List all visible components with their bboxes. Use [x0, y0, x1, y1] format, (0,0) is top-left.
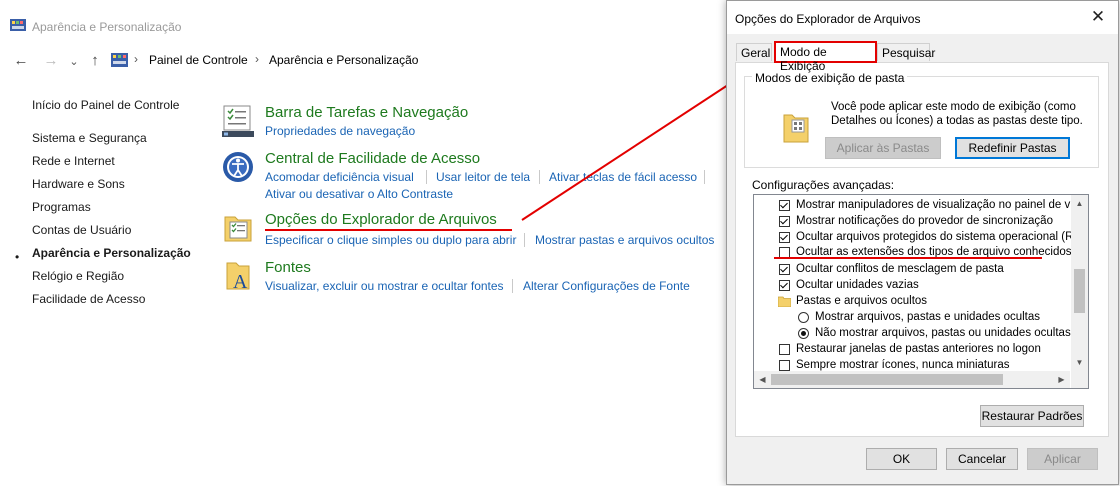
ok-button[interactable]: OK: [866, 448, 937, 470]
file-explorer-options-dialog: Opções do Explorador de Arquivos ✕ Geral…: [726, 0, 1119, 485]
sidebar-item-programs[interactable]: Programas: [32, 200, 91, 214]
navigation-bar: ← → ⌄ ↑ › Painel de Controle › Aparência…: [0, 46, 720, 76]
checkbox[interactable]: [779, 232, 790, 243]
view-tab-panel: Você pode aplicar este modo de exibição …: [735, 62, 1109, 437]
radio-button[interactable]: [798, 328, 809, 339]
scrollbar-corner: [1071, 371, 1088, 388]
link-sticky-keys[interactable]: Ativar teclas de fácil acesso: [549, 170, 697, 184]
checkbox[interactable]: [779, 280, 790, 291]
vertical-scrollbar[interactable]: ▲ ▼: [1071, 195, 1088, 372]
horizontal-scrollbar[interactable]: ◀ ▶: [754, 371, 1070, 388]
category-fonts-title[interactable]: Fontes: [265, 259, 311, 276]
forward-arrow-icon[interactable]: →: [41, 52, 61, 69]
checkbox[interactable]: [779, 344, 790, 355]
radio-button[interactable]: [798, 312, 809, 323]
window-title: Aparência e Personalização: [32, 20, 182, 34]
link-accommodate-low-vision[interactable]: Acomodar deficiência visual: [265, 170, 414, 184]
link-separator: [512, 279, 513, 293]
list-item-label: Sempre mostrar ícones, nunca miniaturas: [796, 359, 1010, 371]
chevron-right-icon: ›: [134, 52, 138, 66]
checkbox[interactable]: [779, 216, 790, 227]
svg-text:A: A: [233, 271, 248, 293]
annotation-underline: [265, 229, 512, 231]
apply-button[interactable]: Aplicar: [1027, 448, 1098, 470]
vertical-scroll-thumb[interactable]: [1074, 269, 1085, 313]
folder-options-icon[interactable]: [221, 211, 255, 245]
dialog-titlebar: Opções do Explorador de Arquivos ✕: [727, 1, 1118, 34]
folder-view-icon: [783, 114, 809, 143]
control-panel-breadcrumb-icon: [111, 53, 128, 67]
sidebar-item-home[interactable]: Início do Painel de Controle: [32, 98, 179, 112]
tab-view[interactable]: Modo de Exibição: [774, 41, 877, 73]
folder-views-group: Você pode aplicar este modo de exibição …: [744, 76, 1099, 168]
list-item-label: Mostrar arquivos, pastas e unidades ocul…: [815, 311, 1041, 323]
active-bullet-icon: •: [15, 250, 20, 264]
sidebar-item-appearance[interactable]: Aparência e Personalização: [32, 246, 191, 260]
scroll-up-icon[interactable]: ▲: [1071, 199, 1088, 208]
sidebar-item-user-accounts[interactable]: Contas de Usuário: [32, 223, 131, 237]
breadcrumb-appearance[interactable]: Aparência e Personalização: [269, 53, 418, 67]
link-separator: [426, 170, 427, 184]
apply-to-folders-button[interactable]: Aplicar às Pastas: [825, 137, 941, 159]
sidebar-item-system-security[interactable]: Sistema e Segurança: [32, 131, 147, 145]
checkbox[interactable]: [779, 264, 790, 275]
up-arrow-icon[interactable]: ↑: [85, 52, 105, 69]
folder-views-label: Modos de exibição de pasta: [752, 71, 908, 85]
breadcrumb-control-panel[interactable]: Painel de Controle: [149, 53, 248, 67]
chevron-down-icon[interactable]: ⌄: [64, 55, 84, 68]
chevron-right-icon: ›: [255, 52, 259, 66]
list-item-label: Ocultar conflitos de mesclagem de pasta: [796, 263, 1004, 275]
list-item-label: Não mostrar arquivos, pastas ou unidades…: [815, 327, 1071, 339]
category-file-explorer-options-title[interactable]: Opções do Explorador de Arquivos: [265, 211, 497, 228]
link-single-double-click[interactable]: Especificar o clique simples ou duplo pa…: [265, 233, 516, 247]
horizontal-scroll-thumb[interactable]: [771, 374, 1003, 385]
link-separator: [704, 170, 705, 184]
link-separator: [539, 170, 540, 184]
checkbox[interactable]: [779, 200, 790, 211]
sidebar-item-network[interactable]: Rede e Internet: [32, 154, 115, 168]
annotation-underline: [774, 257, 1042, 259]
dialog-title: Opções do Explorador de Arquivos: [735, 12, 921, 26]
link-view-delete-fonts[interactable]: Visualizar, excluir ou mostrar e ocultar…: [265, 279, 504, 293]
link-high-contrast[interactable]: Ativar ou desativar o Alto Contraste: [265, 187, 453, 201]
link-change-font-settings[interactable]: Alterar Configurações de Fonte: [523, 279, 690, 293]
folder-views-description: Você pode aplicar este modo de exibição …: [831, 101, 1083, 127]
restore-defaults-button[interactable]: Restaurar Padrões: [980, 405, 1084, 427]
control-panel-app-icon: [10, 19, 26, 31]
taskbar-icon[interactable]: [221, 104, 255, 138]
sidebar-item-ease-of-access[interactable]: Facilidade de Acesso: [32, 292, 145, 306]
list-item-label: Mostrar manipuladores de visualização no…: [796, 199, 1089, 211]
tab-search[interactable]: Pesquisar: [877, 43, 935, 61]
list-item-label: Ocultar arquivos protegidos do sistema o…: [796, 231, 1089, 243]
link-screen-reader[interactable]: Usar leitor de tela: [436, 170, 530, 184]
back-arrow-icon[interactable]: ←: [11, 52, 31, 69]
folder-icon: [778, 296, 791, 307]
cancel-button[interactable]: Cancelar: [946, 448, 1018, 470]
list-item-label: Mostrar notificações do provedor de sinc…: [796, 215, 1053, 227]
ease-of-access-icon[interactable]: [221, 150, 255, 184]
category-taskbar-title[interactable]: Barra de Tarefas e Navegação: [265, 104, 468, 121]
link-separator: [524, 233, 525, 247]
scroll-down-icon[interactable]: ▼: [1071, 358, 1088, 367]
sidebar-item-hardware[interactable]: Hardware e Sons: [32, 177, 125, 191]
fonts-icon[interactable]: A: [221, 259, 255, 293]
advanced-settings-list[interactable]: Mostrar manipuladores de visualização no…: [753, 194, 1089, 389]
scroll-left-icon[interactable]: ◀: [754, 375, 771, 384]
advanced-settings-label: Configurações avançadas:: [752, 178, 895, 192]
list-item-label: Restaurar janelas de pastas anteriores n…: [796, 343, 1041, 355]
list-item-label: Pastas e arquivos ocultos: [796, 295, 928, 307]
tab-general[interactable]: Geral: [736, 43, 772, 61]
reset-folders-button[interactable]: Redefinir Pastas: [955, 137, 1070, 159]
link-show-hidden-files[interactable]: Mostrar pastas e arquivos ocultos: [535, 233, 714, 247]
category-ease-of-access-title[interactable]: Central de Facilidade de Acesso: [265, 150, 480, 167]
close-icon[interactable]: ✕: [1088, 7, 1108, 27]
checkbox[interactable]: [779, 360, 790, 371]
sidebar-item-clock-region[interactable]: Relógio e Região: [32, 269, 124, 283]
scroll-right-icon[interactable]: ▶: [1053, 375, 1070, 384]
link-navigation-properties[interactable]: Propriedades de navegação: [265, 124, 415, 138]
list-item-label: Ocultar unidades vazias: [796, 279, 919, 291]
